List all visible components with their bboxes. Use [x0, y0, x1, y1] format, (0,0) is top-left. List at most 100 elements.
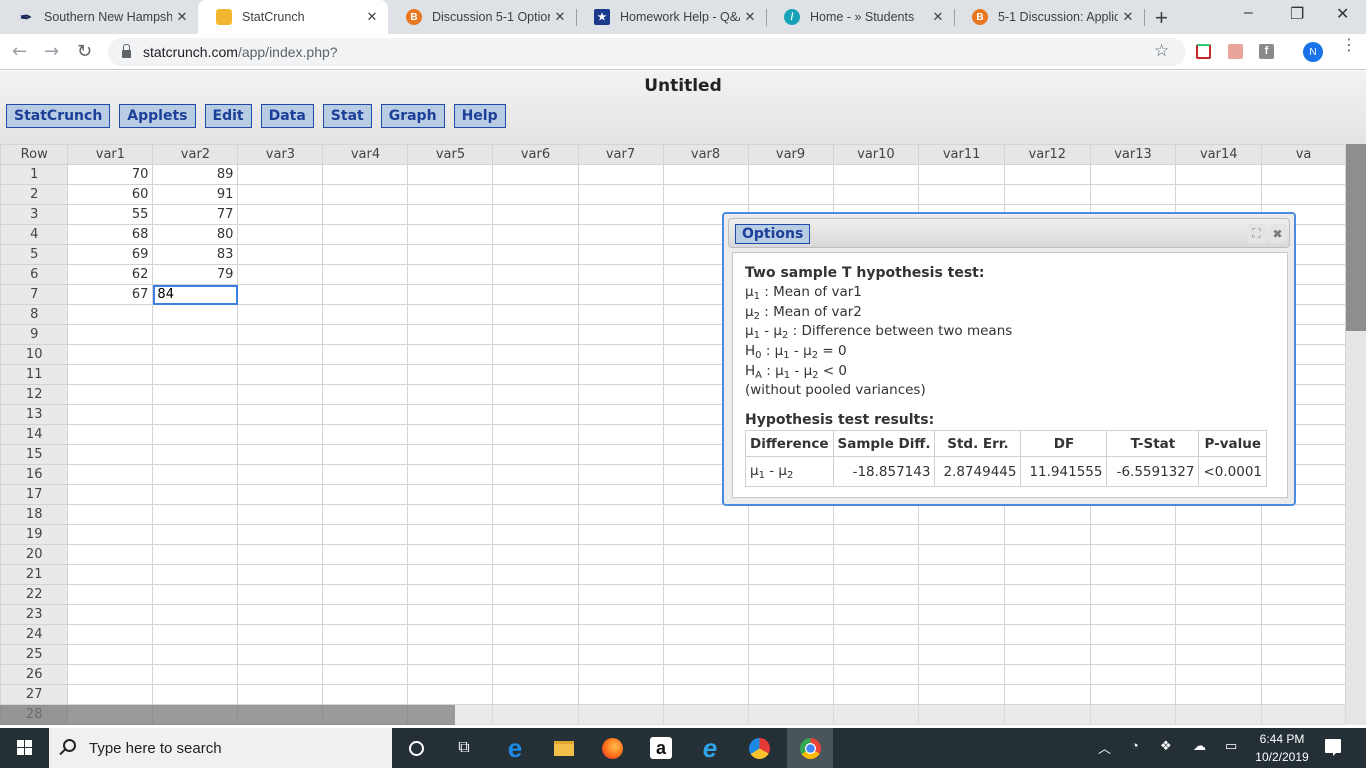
grid-cell[interactable] — [407, 404, 494, 425]
grid-cell[interactable] — [152, 484, 239, 505]
grid-cell[interactable] — [237, 184, 324, 205]
column-header-var2[interactable]: var2 — [152, 144, 239, 165]
grid-cell[interactable] — [322, 444, 409, 465]
grid-cell[interactable] — [237, 404, 324, 425]
grid-cell[interactable] — [662, 544, 749, 565]
grid-cell[interactable] — [1003, 184, 1091, 205]
grid-cell[interactable] — [237, 384, 324, 405]
grid-cell[interactable] — [577, 404, 664, 425]
minimize-button[interactable]: – — [1244, 4, 1253, 22]
taskbar-search-input[interactable]: Type here to search — [49, 728, 392, 768]
grid-cell[interactable] — [492, 504, 579, 525]
pdf-extension-icon[interactable] — [1228, 44, 1243, 59]
grid-cell[interactable] — [492, 404, 579, 425]
grid-cell[interactable] — [67, 524, 154, 545]
grid-cell[interactable] — [67, 504, 154, 525]
grid-cell[interactable] — [1003, 544, 1091, 565]
grid-cell[interactable]: 60 — [67, 184, 154, 205]
grid-cell[interactable] — [577, 344, 664, 365]
grid-cell[interactable] — [662, 164, 749, 185]
grid-cell[interactable] — [577, 424, 664, 445]
menu-edit[interactable]: Edit — [204, 104, 252, 128]
grid-cell[interactable] — [322, 524, 409, 545]
grid-cell[interactable] — [492, 304, 579, 325]
grid-cell[interactable] — [1089, 164, 1177, 185]
grid-cell[interactable] — [662, 524, 749, 545]
grid-cell[interactable] — [577, 684, 664, 705]
close-tab-icon[interactable]: ✕ — [172, 9, 192, 25]
grid-cell[interactable] — [1175, 184, 1263, 205]
grid-cell[interactable] — [577, 504, 664, 525]
row-number[interactable]: 20 — [0, 544, 69, 565]
grid-cell[interactable] — [1003, 504, 1091, 525]
grid-cell[interactable] — [237, 644, 324, 665]
grid-cell[interactable] — [662, 504, 749, 525]
grid-cell[interactable] — [407, 224, 494, 245]
grid-cell[interactable] — [1175, 524, 1263, 545]
grid-cell[interactable] — [407, 424, 494, 445]
dropbox-icon[interactable]: ❖ — [1160, 738, 1172, 754]
grid-cell[interactable] — [492, 204, 579, 225]
column-header-var12[interactable]: var12 — [1003, 144, 1091, 165]
grid-cell[interactable] — [1261, 604, 1346, 625]
grid-cell[interactable] — [1261, 664, 1346, 685]
row-number[interactable]: 10 — [0, 344, 69, 365]
grid-cell[interactable] — [662, 584, 749, 605]
grid-cell[interactable] — [237, 244, 324, 265]
column-header-var6[interactable]: var6 — [492, 144, 579, 165]
row-number[interactable]: 13 — [0, 404, 69, 425]
grid-cell[interactable] — [152, 384, 239, 405]
grid-cell[interactable] — [577, 624, 664, 645]
grid-cell[interactable] — [577, 604, 664, 625]
reload-button[interactable]: ↻ — [77, 41, 92, 62]
bookmark-star-icon[interactable]: ☆ — [1154, 41, 1169, 61]
grid-cell[interactable] — [832, 544, 920, 565]
row-number[interactable]: 25 — [0, 644, 69, 665]
internet-explorer-icon[interactable]: e — [698, 733, 722, 763]
grid-cell[interactable] — [407, 384, 494, 405]
grid-cell[interactable] — [322, 684, 409, 705]
close-tab-icon[interactable]: ✕ — [928, 9, 948, 25]
cortana-icon[interactable] — [404, 736, 428, 760]
grid-cell[interactable] — [492, 624, 579, 645]
row-number[interactable]: 7 — [0, 284, 69, 305]
grid-cell[interactable] — [492, 664, 579, 685]
row-number[interactable]: 2 — [0, 184, 69, 205]
grid-cell[interactable] — [577, 164, 664, 185]
column-header-va[interactable]: va — [1261, 144, 1346, 165]
tab-home-students[interactable]: / Home - » Students ✕ — [766, 0, 954, 34]
grid-cell[interactable] — [322, 604, 409, 625]
grid-cell[interactable] — [1261, 164, 1346, 185]
column-header-var5[interactable]: var5 — [407, 144, 494, 165]
grid-cell[interactable] — [832, 684, 920, 705]
forward-button[interactable]: → — [44, 41, 59, 62]
expand-icon[interactable]: ⛶ — [1247, 224, 1266, 243]
grid-cell[interactable] — [662, 184, 749, 205]
grid-cell[interactable] — [492, 164, 579, 185]
grid-cell[interactable] — [832, 604, 920, 625]
grid-cell[interactable] — [67, 464, 154, 485]
grid-cell[interactable] — [577, 184, 664, 205]
row-number[interactable]: 26 — [0, 664, 69, 685]
grid-cell[interactable] — [407, 524, 494, 545]
grid-cell[interactable] — [918, 664, 1005, 685]
grid-cell[interactable] — [747, 604, 834, 625]
grid-cell[interactable] — [577, 644, 664, 665]
facebook-extension-icon[interactable]: f — [1259, 44, 1274, 59]
column-header-var11[interactable]: var11 — [918, 144, 1005, 165]
grid-cell[interactable] — [322, 324, 409, 345]
horizontal-scrollbar[interactable] — [455, 705, 1346, 725]
grid-cell[interactable] — [1175, 584, 1263, 605]
grid-cell[interactable] — [237, 364, 324, 385]
grid-cell[interactable] — [407, 344, 494, 365]
active-cell-editor[interactable]: 84 — [152, 284, 239, 305]
grid-cell[interactable] — [152, 604, 239, 625]
grid-cell[interactable] — [492, 644, 579, 665]
grid-cell[interactable] — [577, 544, 664, 565]
row-number[interactable]: 8 — [0, 304, 69, 325]
grid-cell[interactable] — [747, 524, 834, 545]
grid-cell[interactable] — [832, 504, 920, 525]
grid-cell[interactable] — [407, 324, 494, 345]
grid-cell[interactable] — [492, 444, 579, 465]
grid-cell[interactable] — [1089, 644, 1177, 665]
